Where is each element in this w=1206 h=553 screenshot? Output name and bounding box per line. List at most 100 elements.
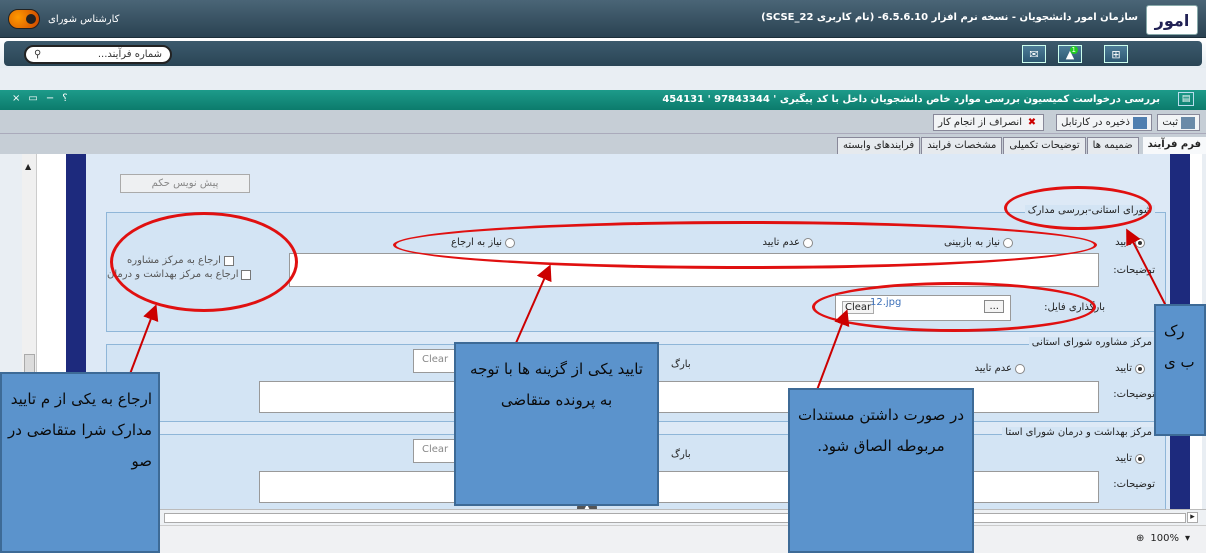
restore-icon[interactable]: ▭ <box>28 93 37 104</box>
register-icon <box>1181 116 1195 129</box>
clear-button[interactable]: Clear <box>422 444 448 455</box>
scroll-up-icon[interactable]: ▲ <box>25 162 31 171</box>
network-icon[interactable]: ⊞ <box>1104 45 1128 63</box>
tab-attachments[interactable]: ضمیمه ها <box>1086 137 1139 154</box>
radio-label: تایید <box>1115 363 1132 374</box>
scroll-right-icon[interactable]: ▸ <box>1187 512 1198 523</box>
check-counseling-referral[interactable]: ارجاع به مرکز مشاوره <box>127 255 234 266</box>
notes-label: توضیحات: <box>1113 265 1155 276</box>
radio-dot[interactable] <box>1135 237 1145 248</box>
zoom-level: 100% <box>1150 533 1179 544</box>
app-logo: امور <box>1146 5 1198 35</box>
radio-label: عدم تایید <box>974 363 1012 374</box>
mail-icon[interactable]: ✉ <box>1022 45 1046 63</box>
title-bar: امور سازمان امور دانشجویان - نسخه نرم اف… <box>0 0 1206 38</box>
file-upload-label: بارگ <box>671 359 691 370</box>
save-cartable-button[interactable]: ذخیره در کارتابل <box>1056 114 1152 131</box>
file-upload-field[interactable]: Clear 12.jpg ... <box>835 295 1011 321</box>
tab-row: فرم فرآیند ضمیمه ها توضیحات تکمیلی مشخصا… <box>836 137 1206 154</box>
browse-button[interactable]: ... <box>984 300 1004 313</box>
nav-bar: شماره فرآیند... ⚲ ✉ 1 ▲ ⊞ <box>0 38 1206 68</box>
app-title: سازمان امور دانشجویان - نسخه نرم افزار 6… <box>761 12 1138 23</box>
cancel-button[interactable]: ✖ انصراف از انجام کار <box>933 114 1044 131</box>
check-health-referral[interactable]: ارجاع به مرکز بهداشت و درمان <box>107 269 252 280</box>
radio-label: نیاز به ارجاع <box>451 237 502 248</box>
notes-textarea[interactable] <box>289 253 1099 287</box>
checkbox[interactable] <box>223 255 234 266</box>
check-label: ارجاع به مرکز مشاوره <box>127 255 221 266</box>
save-icon <box>1133 116 1147 129</box>
radio-label: تایید <box>1115 237 1132 248</box>
radio-approve[interactable]: تایید <box>1115 363 1145 374</box>
window-icon: ▤ <box>1178 92 1194 106</box>
radio-dot[interactable] <box>1135 363 1145 374</box>
search-placeholder: شماره فرآیند... <box>97 49 162 60</box>
section-title: مرکز بهداشت و درمان شورای استا <box>1002 427 1155 438</box>
file-upload-label: بارگذاری فایل: <box>1044 302 1105 313</box>
radio-dot[interactable] <box>1015 363 1025 374</box>
user-avatar-icon <box>8 9 40 29</box>
annotation-left-text: ارجاع به یکی از م تایید مدارک شرا متقاضی… <box>8 390 152 470</box>
close-icon[interactable]: × <box>12 93 20 104</box>
minimize-icon[interactable]: − <box>46 93 54 104</box>
checkbox[interactable] <box>241 269 252 280</box>
radio-reject[interactable]: عدم تایید <box>763 237 813 248</box>
save-cartable-label: ذخیره در کارتابل <box>1061 117 1130 128</box>
radio-label: عدم تایید <box>762 237 800 248</box>
radio-dot[interactable] <box>803 237 813 248</box>
radio-needs-review[interactable]: نیاز به بازبینی <box>944 237 1013 248</box>
annotation-middle-text: تایید یکی از گزینه ها با توجه به پرونده … <box>470 360 643 409</box>
logo-text: امور <box>1154 10 1190 30</box>
annotation-right: رک ب ی <box>1154 304 1206 436</box>
file-name[interactable]: 12.jpg <box>870 297 901 308</box>
radio-approve[interactable]: تایید <box>1115 237 1145 248</box>
window-controls: × ▭ − ؟ <box>12 93 68 104</box>
user-menu[interactable]: ⌄ کارشناس شورای <box>6 8 123 30</box>
section-title: مرکز مشاوره شورای استانی <box>1028 337 1155 348</box>
check-label: ارجاع به مرکز بهداشت و درمان <box>107 269 239 280</box>
annotation-middle: تایید یکی از گزینه ها با توجه به پرونده … <box>454 342 659 506</box>
radio-needs-referral[interactable]: نیاز به ارجاع <box>451 237 515 248</box>
window-title: بررسی درخواست کمیسیون بررسی موارد خاص دا… <box>662 94 1160 105</box>
pre-verdict-label: پیش نویس حکم <box>151 178 219 189</box>
radio-label: تایید <box>1115 453 1132 464</box>
annotation-center: در صورت داشتن مستندات مربوطه الصاق شود. <box>788 388 974 553</box>
help-icon[interactable]: ؟ <box>62 93 67 104</box>
cancel-icon: ✖ <box>1027 116 1037 128</box>
radio-dot[interactable] <box>505 237 515 248</box>
radio-approve[interactable]: تایید <box>1115 453 1145 464</box>
pre-verdict-button[interactable]: پیش نویس حکم <box>120 174 250 193</box>
nav-bar-inner: شماره فرآیند... ⚲ ✉ 1 ▲ ⊞ <box>4 41 1202 66</box>
tab-bar: فرم فرآیند ضمیمه ها توضیحات تکمیلی مشخصا… <box>0 134 1206 154</box>
annotation-left: ارجاع به یکی از م تایید مدارک شرا متقاضی… <box>0 372 160 553</box>
scroll-track[interactable] <box>164 513 1186 523</box>
tab-process-form[interactable]: فرم فرآیند <box>1142 137 1206 154</box>
tab-extra-notes[interactable]: توضیحات تکمیلی <box>1003 137 1086 154</box>
radio-dot[interactable] <box>1135 453 1145 464</box>
clear-button[interactable]: Clear <box>422 354 448 365</box>
notes-label: توضیحات: <box>1113 479 1155 490</box>
badge-count: 1 <box>1069 46 1078 54</box>
notes-label: توضیحات: <box>1113 389 1155 400</box>
register-label: ثبت <box>1162 117 1178 128</box>
chevron-down-icon[interactable]: ▾ <box>1185 533 1190 544</box>
zoom-icon: ⊕ <box>1135 533 1145 544</box>
section-document-review: شورای استانی-بررسی مدارک تایید نیاز به ب… <box>106 205 1166 332</box>
status-bar: ⊕ 100% ▾ <box>0 525 1206 553</box>
tab-related-processes[interactable]: فرایندهای وابسته <box>837 137 921 154</box>
radio-reject[interactable]: عدم تایید <box>975 363 1025 374</box>
horizontal-scrollbar[interactable]: ▸ <box>0 509 1206 525</box>
badge-icon[interactable]: 1 ▲ <box>1058 45 1082 63</box>
register-button[interactable]: ثبت <box>1157 114 1200 131</box>
window-bar: × ▭ − ؟ بررسی درخواست کمیسیون بررسی موار… <box>0 90 1206 110</box>
process-search-input[interactable]: شماره فرآیند... ⚲ <box>24 45 172 64</box>
zoom-control[interactable]: ⊕ 100% ▾ <box>1136 533 1190 544</box>
section-title: شورای استانی-بررسی مدارک <box>1024 205 1155 216</box>
file-upload-label: بارگ <box>671 449 691 460</box>
annotation-right-text: رک ب ی <box>1164 322 1195 371</box>
search-icon[interactable]: ⚲ <box>34 49 41 60</box>
radio-dot[interactable] <box>1003 237 1013 248</box>
radio-label: نیاز به بازبینی <box>944 237 1000 248</box>
tab-process-details[interactable]: مشخصات فرایند <box>921 137 1003 154</box>
user-role: کارشناس شورای <box>48 13 120 25</box>
